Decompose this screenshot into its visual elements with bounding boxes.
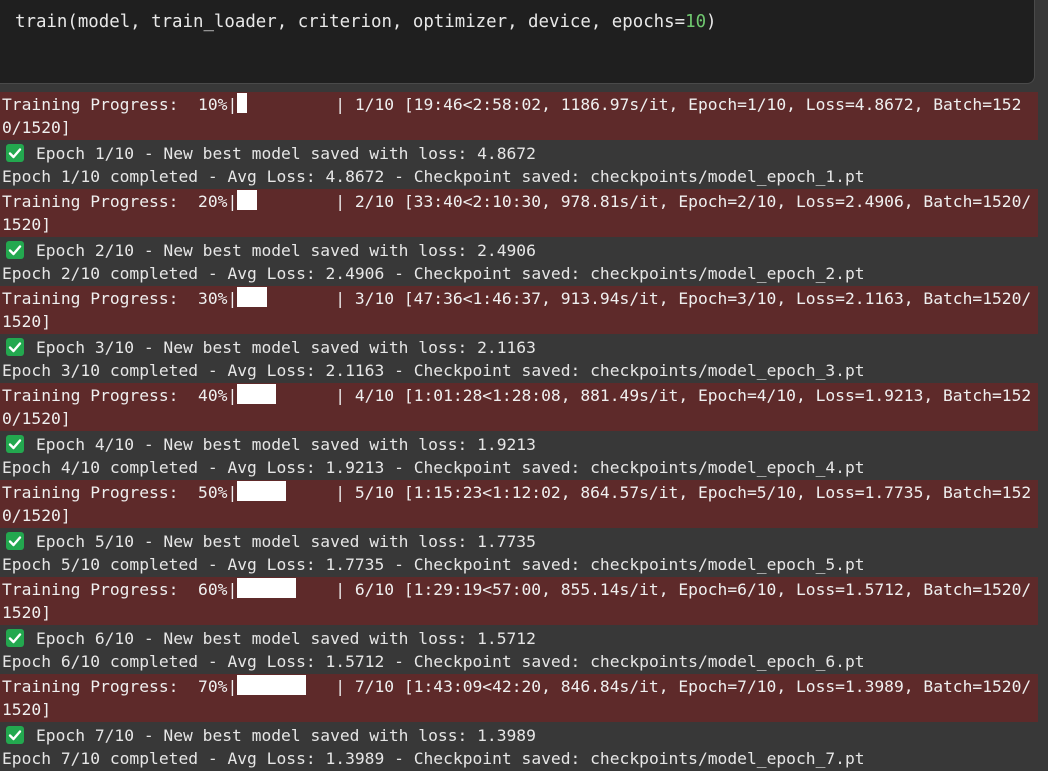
best-model-line: Epoch 6/10 - New best model saved with l… [0, 627, 1040, 650]
progress-bar-fill [237, 190, 257, 210]
best-model-message: Epoch 4/10 - New best model saved with l… [36, 435, 536, 454]
progress-bar [237, 93, 335, 113]
epoch-output-block: Training Progress: 20%| | 2/10 [33:40<2:1… [0, 189, 1040, 283]
training-progress-line: Training Progress: 60%| | 6/10 [1:29:19<5… [0, 577, 1038, 625]
check-icon [6, 629, 24, 647]
best-model-message: Epoch 7/10 - New best model saved with l… [36, 726, 536, 745]
progress-label: Training Progress: 30%| [2, 289, 238, 308]
epoch-output-block: Training Progress: 60%| | 6/10 [1:29:19<5… [0, 577, 1040, 671]
best-model-message: Epoch 2/10 - New best model saved with l… [36, 241, 536, 260]
epoch-completed-line: Epoch 2/10 completed - Avg Loss: 2.4906 … [2, 264, 865, 283]
best-model-line: Epoch 7/10 - New best model saved with l… [0, 724, 1040, 747]
best-model-line: Epoch 3/10 - New best model saved with l… [0, 336, 1040, 359]
best-model-message: Epoch 5/10 - New best model saved with l… [36, 532, 536, 551]
cell-output: Training Progress: 10%| | 1/10 [19:46<2:5… [0, 92, 1040, 771]
progress-bar [237, 190, 335, 210]
code-epochs-value: 10 [685, 12, 707, 32]
progress-bar-fill [237, 287, 267, 307]
training-progress-line: Training Progress: 40%| | 4/10 [1:01:28<1… [0, 383, 1038, 431]
progress-label: Training Progress: 60%| [2, 580, 238, 599]
check-icon [6, 532, 24, 550]
progress-bar [237, 481, 335, 501]
code-cell[interactable]: train(model, train_loader, criterion, op… [0, 0, 1035, 84]
check-icon [6, 144, 24, 162]
epoch-output-block: Training Progress: 50%| | 5/10 [1:15:23<1… [0, 480, 1040, 574]
training-progress-line: Training Progress: 10%| | 1/10 [19:46<2:5… [0, 92, 1038, 140]
progress-bar-fill [237, 384, 277, 404]
best-model-line: Epoch 2/10 - New best model saved with l… [0, 239, 1040, 262]
check-icon [6, 338, 24, 356]
progress-bar [237, 287, 335, 307]
check-icon [6, 241, 24, 259]
progress-bar [237, 675, 335, 695]
progress-label: Training Progress: 70%| [2, 677, 238, 696]
epoch-completed-line: Epoch 4/10 completed - Avg Loss: 1.9213 … [2, 458, 865, 477]
best-model-line: Epoch 4/10 - New best model saved with l… [0, 433, 1040, 456]
epoch-output-block: Training Progress: 30%| | 3/10 [47:36<1:4… [0, 286, 1040, 380]
best-model-message: Epoch 1/10 - New best model saved with l… [36, 144, 536, 163]
epoch-completed-line: Epoch 1/10 completed - Avg Loss: 4.8672 … [2, 167, 865, 186]
progress-bar [237, 384, 335, 404]
epoch-completed-line: Epoch 3/10 completed - Avg Loss: 2.1163 … [2, 361, 865, 380]
training-progress-line: Training Progress: 20%| | 2/10 [33:40<2:1… [0, 189, 1038, 237]
best-model-line: Epoch 1/10 - New best model saved with l… [0, 142, 1040, 165]
progress-label: Training Progress: 20%| [2, 192, 238, 211]
training-progress-line: Training Progress: 50%| | 5/10 [1:15:23<1… [0, 480, 1038, 528]
epoch-completed-line: Epoch 7/10 completed - Avg Loss: 1.3989 … [2, 749, 865, 768]
progress-bar-fill [237, 578, 297, 598]
best-model-line: Epoch 5/10 - New best model saved with l… [0, 530, 1040, 553]
progress-label: Training Progress: 40%| [2, 386, 238, 405]
best-model-message: Epoch 3/10 - New best model saved with l… [36, 338, 536, 357]
best-model-message: Epoch 6/10 - New best model saved with l… [36, 629, 536, 648]
training-progress-line: Training Progress: 30%| | 3/10 [47:36<1:4… [0, 286, 1038, 334]
check-icon [6, 726, 24, 744]
progress-bar-fill [237, 93, 248, 113]
epoch-output-block: Training Progress: 40%| | 4/10 [1:01:28<1… [0, 383, 1040, 477]
epoch-output-block: Training Progress: 10%| | 1/10 [19:46<2:5… [0, 92, 1040, 186]
code-line[interactable]: train(model, train_loader, criterion, op… [15, 10, 717, 34]
progress-label: Training Progress: 50%| [2, 483, 238, 502]
progress-bar-fill [237, 675, 306, 695]
check-icon [6, 435, 24, 453]
training-progress-line: Training Progress: 70%| | 7/10 [1:43:09<4… [0, 674, 1038, 722]
code-call: train(model, train_loader, criterion, op… [15, 12, 686, 32]
epoch-output-block: Training Progress: 70%| | 7/10 [1:43:09<4… [0, 674, 1040, 768]
epoch-completed-line: Epoch 6/10 completed - Avg Loss: 1.5712 … [2, 652, 865, 671]
progress-bar [237, 578, 335, 598]
progress-label: Training Progress: 10%| [2, 95, 238, 114]
progress-bar-fill [237, 481, 287, 501]
epoch-completed-line: Epoch 5/10 completed - Avg Loss: 1.7735 … [2, 555, 865, 574]
code-call-close: ) [706, 12, 717, 32]
